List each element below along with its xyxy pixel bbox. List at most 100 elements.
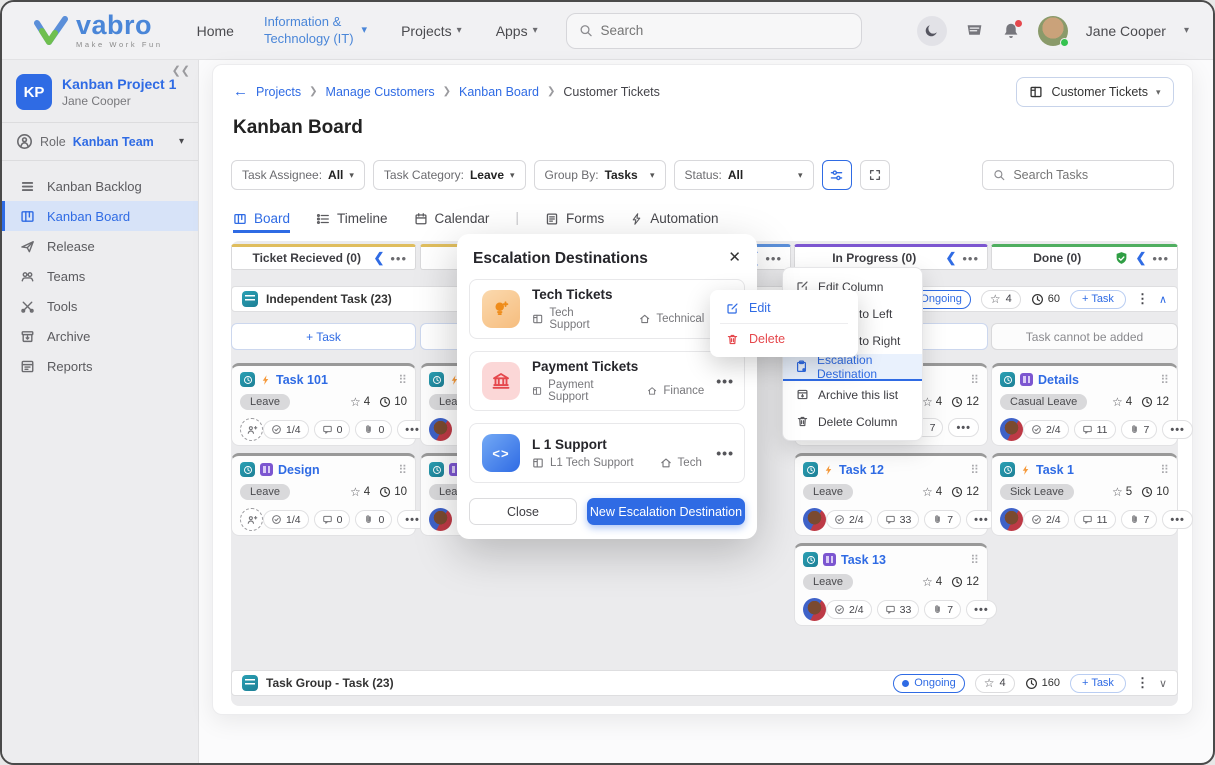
close-button[interactable]: Close — [469, 498, 577, 525]
tab-timeline[interactable]: Timeline — [316, 211, 388, 233]
sidebar-item-teams[interactable]: Teams — [2, 261, 198, 291]
assignee-avatar[interactable] — [1000, 508, 1023, 531]
comments-pill[interactable]: 0 — [314, 420, 351, 439]
task-title[interactable]: Task 1 — [1036, 463, 1074, 477]
tab-board[interactable]: Board — [233, 211, 290, 233]
nav-apps-dropdown[interactable]: Apps▾ — [496, 23, 538, 39]
notifications-button[interactable] — [1002, 22, 1020, 40]
filter-task-category[interactable]: Task Category:Leave▾ — [373, 160, 526, 190]
tab-forms[interactable]: Forms — [545, 211, 604, 233]
nav-it-dropdown[interactable]: Information &Technology (IT) ▾ — [264, 14, 367, 47]
column-menu-icon[interactable]: ••• — [962, 251, 979, 266]
popup-delete[interactable]: Delete — [710, 324, 858, 354]
drag-handle-icon[interactable]: ⠿ — [970, 463, 979, 477]
close-icon[interactable]: ✕ — [728, 248, 741, 266]
assign-user-button[interactable] — [240, 418, 263, 441]
attachments-pill[interactable]: 0 — [355, 420, 392, 439]
item-menu-icon[interactable]: ••• — [716, 373, 734, 389]
task-title[interactable]: Design — [278, 463, 320, 477]
collapse-group-icon[interactable]: ∧ — [1159, 293, 1167, 306]
task-title[interactable]: Task 101 — [276, 373, 328, 387]
back-arrow-icon[interactable]: ← — [233, 83, 248, 100]
checklist-pill[interactable]: 1/4 — [263, 510, 309, 529]
chevron-down-icon[interactable]: ▾ — [1184, 25, 1189, 36]
sidebar-item-tools[interactable]: Tools — [2, 291, 198, 321]
vabro-logo[interactable]: vabro Make Work Fun — [34, 12, 163, 49]
checklist-pill[interactable]: 2/4 — [1023, 510, 1069, 529]
sidebar-item-release[interactable]: Release — [2, 231, 198, 261]
assignee-avatar[interactable] — [429, 508, 452, 531]
comments-pill[interactable]: 0 — [314, 510, 351, 529]
drag-handle-icon[interactable]: ⠿ — [1160, 463, 1169, 477]
kebab-menu-icon[interactable]: ⋮ — [1136, 675, 1149, 691]
comments-pill[interactable]: 33 — [877, 510, 920, 529]
task-card[interactable]: Task 101 ⠿ Leave ☆4 10 1/4 0 0 — [231, 363, 416, 446]
status-badge[interactable]: Ongoing — [893, 674, 965, 693]
comments-pill[interactable]: 11 — [1074, 420, 1116, 439]
attachments-pill[interactable]: 7 — [1121, 510, 1158, 529]
task-card[interactable]: Design ⠿ Leave ☆4 10 1/4 0 0 — [231, 453, 416, 536]
comments-pill[interactable]: 33 — [877, 600, 920, 619]
column-menu-icon[interactable]: ••• — [390, 251, 407, 266]
tab-calendar[interactable]: Calendar — [414, 211, 490, 233]
tab-automation[interactable]: Automation — [630, 211, 718, 233]
assign-user-button[interactable] — [240, 508, 263, 531]
kebab-menu-icon[interactable]: ⋮ — [1136, 291, 1149, 307]
add-task-button[interactable]: + Task — [231, 323, 416, 350]
checklist-pill[interactable]: 2/4 — [1023, 420, 1069, 439]
attachments-pill[interactable]: 7 — [1121, 420, 1158, 439]
breadcrumb-manage-customers[interactable]: Manage Customers — [326, 85, 435, 99]
escalation-item-tech-tickets[interactable]: Tech Tickets Tech Support Technical ••• — [469, 279, 745, 339]
card-menu-icon[interactable]: ••• — [966, 600, 997, 619]
role-selector[interactable]: Role Kanban Team ▾ — [2, 123, 198, 161]
task-title[interactable]: Details — [1038, 373, 1079, 387]
task-title[interactable]: Task 13 — [841, 553, 886, 567]
sidebar-item-kanban-board[interactable]: Kanban Board — [2, 201, 198, 231]
task-title[interactable]: Task 12 — [839, 463, 884, 477]
view-switcher[interactable]: Customer Tickets ▾ — [1016, 77, 1174, 107]
filter-settings-button[interactable] — [822, 160, 852, 190]
popup-edit[interactable]: Edit — [710, 293, 858, 323]
task-card[interactable]: Task 1 ⠿ Sick Leave ☆5 10 2/4 11 7 — [991, 453, 1178, 536]
assignee-avatar[interactable] — [1000, 418, 1023, 441]
project-header[interactable]: KP Kanban Project 1 Jane Cooper — [2, 60, 198, 123]
breadcrumb-kanban-board[interactable]: Kanban Board — [459, 85, 539, 99]
chevron-left-icon[interactable]: ❮ — [373, 250, 384, 266]
task-card[interactable]: Details ⠿ Casual Leave ☆4 12 2/4 11 7 — [991, 363, 1178, 446]
chevron-left-icon[interactable]: ❮ — [945, 250, 956, 266]
filter-group-by[interactable]: Group By:Tasks▾ — [534, 160, 666, 190]
task-search-input[interactable] — [1013, 168, 1163, 182]
global-search[interactable] — [566, 13, 862, 49]
nav-home[interactable]: Home — [197, 23, 234, 39]
sidebar-item-reports[interactable]: Reports — [2, 351, 198, 381]
column-header-done[interactable]: Done (0) ❮••• — [991, 244, 1178, 270]
drag-handle-icon[interactable]: ⠿ — [970, 373, 979, 387]
card-menu-icon[interactable]: ••• — [1162, 420, 1193, 439]
add-task-button[interactable]: + Task — [1070, 674, 1126, 693]
attachments-pill[interactable]: 7 — [924, 510, 961, 529]
assignee-avatar[interactable] — [803, 508, 826, 531]
task-card[interactable]: Task 12 ⠿ Leave ☆4 12 2/4 33 7 — [794, 453, 988, 536]
chevron-left-icon[interactable]: ❮ — [1135, 250, 1146, 266]
task-card[interactable]: Task 13 ⠿ Leave ☆4 12 2/4 33 7 — [794, 543, 988, 626]
checklist-pill[interactable]: 1/4 — [263, 420, 309, 439]
comments-pill[interactable]: 11 — [1074, 510, 1116, 529]
card-menu-icon[interactable]: ••• — [948, 418, 979, 437]
escalation-item-l1-support[interactable]: <> L 1 Support L1 Tech Support Tech ••• — [469, 423, 745, 483]
sidebar-collapse-icon[interactable]: ❮❮ — [172, 64, 190, 77]
menu-item-archive-this-list[interactable]: Archive this list — [783, 381, 922, 408]
assignee-avatar[interactable] — [429, 418, 452, 441]
card-menu-icon[interactable]: ••• — [1162, 510, 1193, 529]
sidebar-item-archive[interactable]: Archive — [2, 321, 198, 351]
item-menu-icon[interactable]: ••• — [716, 445, 734, 461]
escalation-item-payment-tickets[interactable]: Payment Tickets Payment Support Finance … — [469, 351, 745, 411]
drag-handle-icon[interactable]: ⠿ — [398, 463, 407, 477]
fullscreen-button[interactable] — [860, 160, 890, 190]
breadcrumb-projects[interactable]: Projects — [256, 85, 301, 99]
drag-handle-icon[interactable]: ⠿ — [970, 553, 979, 567]
menu-item-delete-column[interactable]: Delete Column — [783, 408, 922, 435]
expand-group-icon[interactable]: ∨ — [1159, 677, 1167, 690]
task-search[interactable] — [982, 160, 1174, 190]
messages-button[interactable] — [965, 22, 984, 39]
new-escalation-destination-button[interactable]: New Escalation Destination — [587, 498, 745, 525]
